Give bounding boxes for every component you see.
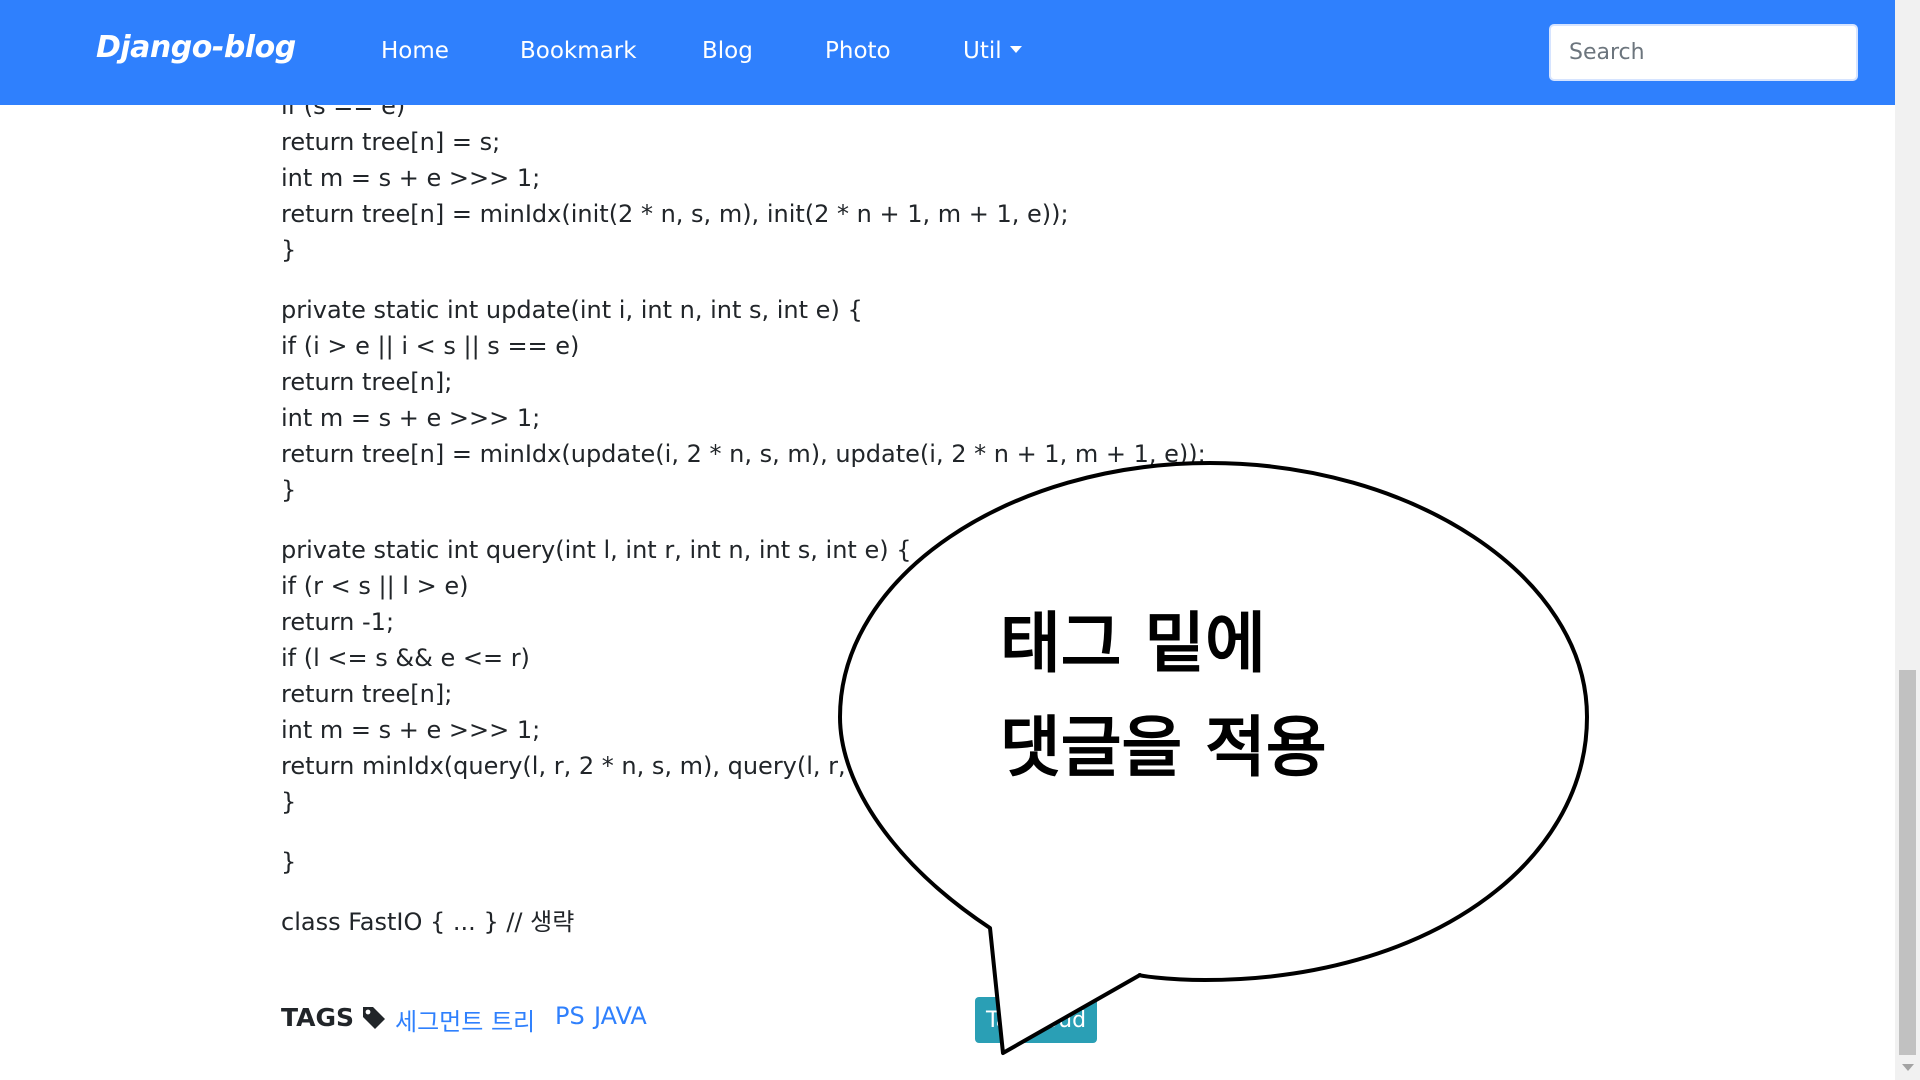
code-line: return tree[n] = s;: [281, 128, 501, 156]
tags-label: TAGS: [281, 1003, 354, 1032]
tag-link[interactable]: PS: [555, 1002, 585, 1030]
code-line: int m = s + e >>> 1;: [281, 164, 541, 192]
tag-link[interactable]: JAVA: [594, 1002, 647, 1030]
brand-logo[interactable]: Django-blog: [96, 30, 296, 65]
nav-blog[interactable]: Blog: [702, 38, 753, 64]
caret-down-icon: [1009, 46, 1022, 53]
bubble-text-line1: 태그 밑에: [1000, 605, 1266, 682]
code-line: return tree[n] = minIdx(init(2 * n, s, m…: [281, 200, 1069, 228]
scrollbar-thumb[interactable]: [1899, 670, 1916, 1055]
nav-util-label: Util: [963, 38, 1002, 64]
bubble-text-line2: 댓글을 적용: [1000, 709, 1327, 786]
code-line: }: [281, 236, 297, 264]
nav-bookmark[interactable]: Bookmark: [520, 38, 637, 64]
scroll-down-arrow-icon[interactable]: [1902, 1064, 1914, 1071]
code-line: if (i > e || i < s || s == e): [281, 332, 580, 360]
code-line: return tree[n];: [281, 368, 453, 396]
nav-home[interactable]: Home: [381, 38, 449, 64]
nav-util-dropdown[interactable]: Util: [963, 38, 1022, 64]
code-line: int m = s + e >>> 1;: [281, 404, 541, 432]
navbar: Django-blog Home Bookmark Blog Photo Uti…: [0, 0, 1895, 105]
nav-photo[interactable]: Photo: [825, 38, 891, 64]
search-input[interactable]: [1549, 24, 1858, 81]
tag-icon: [361, 1005, 387, 1035]
code-line: private static int update(int i, int n, …: [281, 296, 863, 324]
tag-link[interactable]: 세그먼트 트리: [395, 1002, 535, 1037]
